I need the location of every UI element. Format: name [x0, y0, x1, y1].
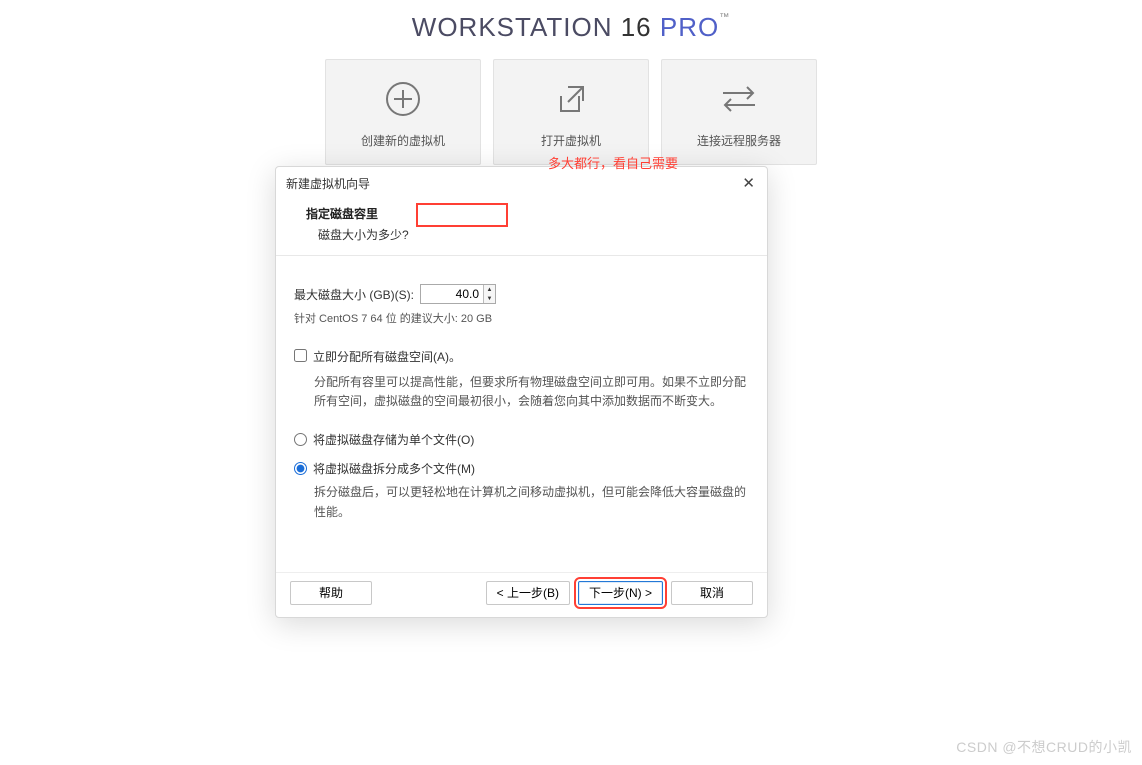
max-disk-spinner[interactable]: ▲ ▼	[420, 284, 496, 304]
annotation-text: 多大都行，看自己需要	[548, 153, 678, 172]
max-disk-input[interactable]	[421, 285, 483, 303]
dialog-subheading: 磁盘大小为多少?	[306, 226, 747, 243]
connect-arrows-icon	[716, 76, 762, 122]
spin-buttons: ▲ ▼	[483, 285, 495, 303]
dialog-heading: 指定磁盘容里	[306, 205, 747, 222]
brand-pro: PRO	[660, 12, 719, 42]
recommend-text: 针对 CentOS 7 64 位 的建议大小: 20 GB	[294, 310, 749, 326]
help-button[interactable]: 帮助	[290, 581, 372, 605]
plus-circle-icon	[380, 76, 426, 122]
dialog-header: 指定磁盘容里 磁盘大小为多少?	[276, 199, 767, 256]
max-disk-label: 最大磁盘大小 (GB)(S):	[294, 286, 414, 303]
tile-connect-remote[interactable]: 连接远程服务器	[661, 59, 817, 165]
next-button[interactable]: 下一步(N) >	[578, 581, 663, 605]
tile-connect-label: 连接远程服务器	[697, 132, 781, 149]
max-disk-row: 最大磁盘大小 (GB)(S): ▲ ▼	[294, 284, 749, 304]
radio-single-label: 将虚拟磁盘存储为单个文件(O)	[313, 431, 474, 448]
brand-version: 16	[621, 12, 652, 42]
spin-down-icon[interactable]: ▼	[484, 294, 495, 303]
alloc-now-row: 立即分配所有磁盘空间(A)。	[294, 348, 749, 365]
tile-open-label: 打开虚拟机	[541, 132, 601, 149]
cancel-button[interactable]: 取消	[671, 581, 753, 605]
alloc-now-desc: 分配所有容里可以提高性能，但要求所有物理磁盘空间立即可用。如果不立即分配所有空间…	[294, 373, 749, 411]
brand-title: WORKSTATION 16 PRO™	[0, 0, 1142, 43]
radio-single-row: 将虚拟磁盘存储为单个文件(O)	[294, 431, 749, 448]
dialog-title-text: 新建虚拟机向导	[286, 175, 370, 192]
dialog-body: 最大磁盘大小 (GB)(S): ▲ ▼ 针对 CentOS 7 64 位 的建议…	[276, 256, 767, 572]
spin-up-icon[interactable]: ▲	[484, 285, 495, 294]
radio-split-desc: 拆分磁盘后，可以更轻松地在计算机之间移动虚拟机，但可能会降低大容量磁盘的性能。	[294, 483, 749, 521]
alloc-now-checkbox[interactable]	[294, 349, 307, 362]
alloc-now-label: 立即分配所有磁盘空间(A)。	[313, 348, 461, 365]
radio-split-row: 将虚拟磁盘拆分成多个文件(M)	[294, 460, 749, 477]
radio-split-file[interactable]	[294, 462, 307, 475]
brand-workstation: WORKSTATION	[412, 12, 613, 42]
annotation-box-spinner	[416, 203, 508, 227]
close-icon[interactable]: ✕	[742, 174, 755, 192]
brand-tm: ™	[719, 12, 730, 23]
back-button[interactable]: < 上一步(B)	[486, 581, 570, 605]
tile-row: 创建新的虚拟机 打开虚拟机 连接远程服务器	[0, 59, 1142, 165]
open-external-icon	[548, 76, 594, 122]
tile-open-vm[interactable]: 打开虚拟机	[493, 59, 649, 165]
dialog-titlebar: 新建虚拟机向导 ✕	[276, 167, 767, 199]
radio-split-label: 将虚拟磁盘拆分成多个文件(M)	[313, 460, 475, 477]
tile-create-label: 创建新的虚拟机	[361, 132, 445, 149]
watermark-text: CSDN @不想CRUD的小凯	[956, 737, 1132, 757]
radio-single-file[interactable]	[294, 433, 307, 446]
tile-create-vm[interactable]: 创建新的虚拟机	[325, 59, 481, 165]
dialog-footer: 帮助 < 上一步(B) 下一步(N) > 取消	[276, 572, 767, 617]
wizard-dialog: 新建虚拟机向导 ✕ 指定磁盘容里 磁盘大小为多少? 最大磁盘大小 (GB)(S)…	[275, 166, 768, 618]
